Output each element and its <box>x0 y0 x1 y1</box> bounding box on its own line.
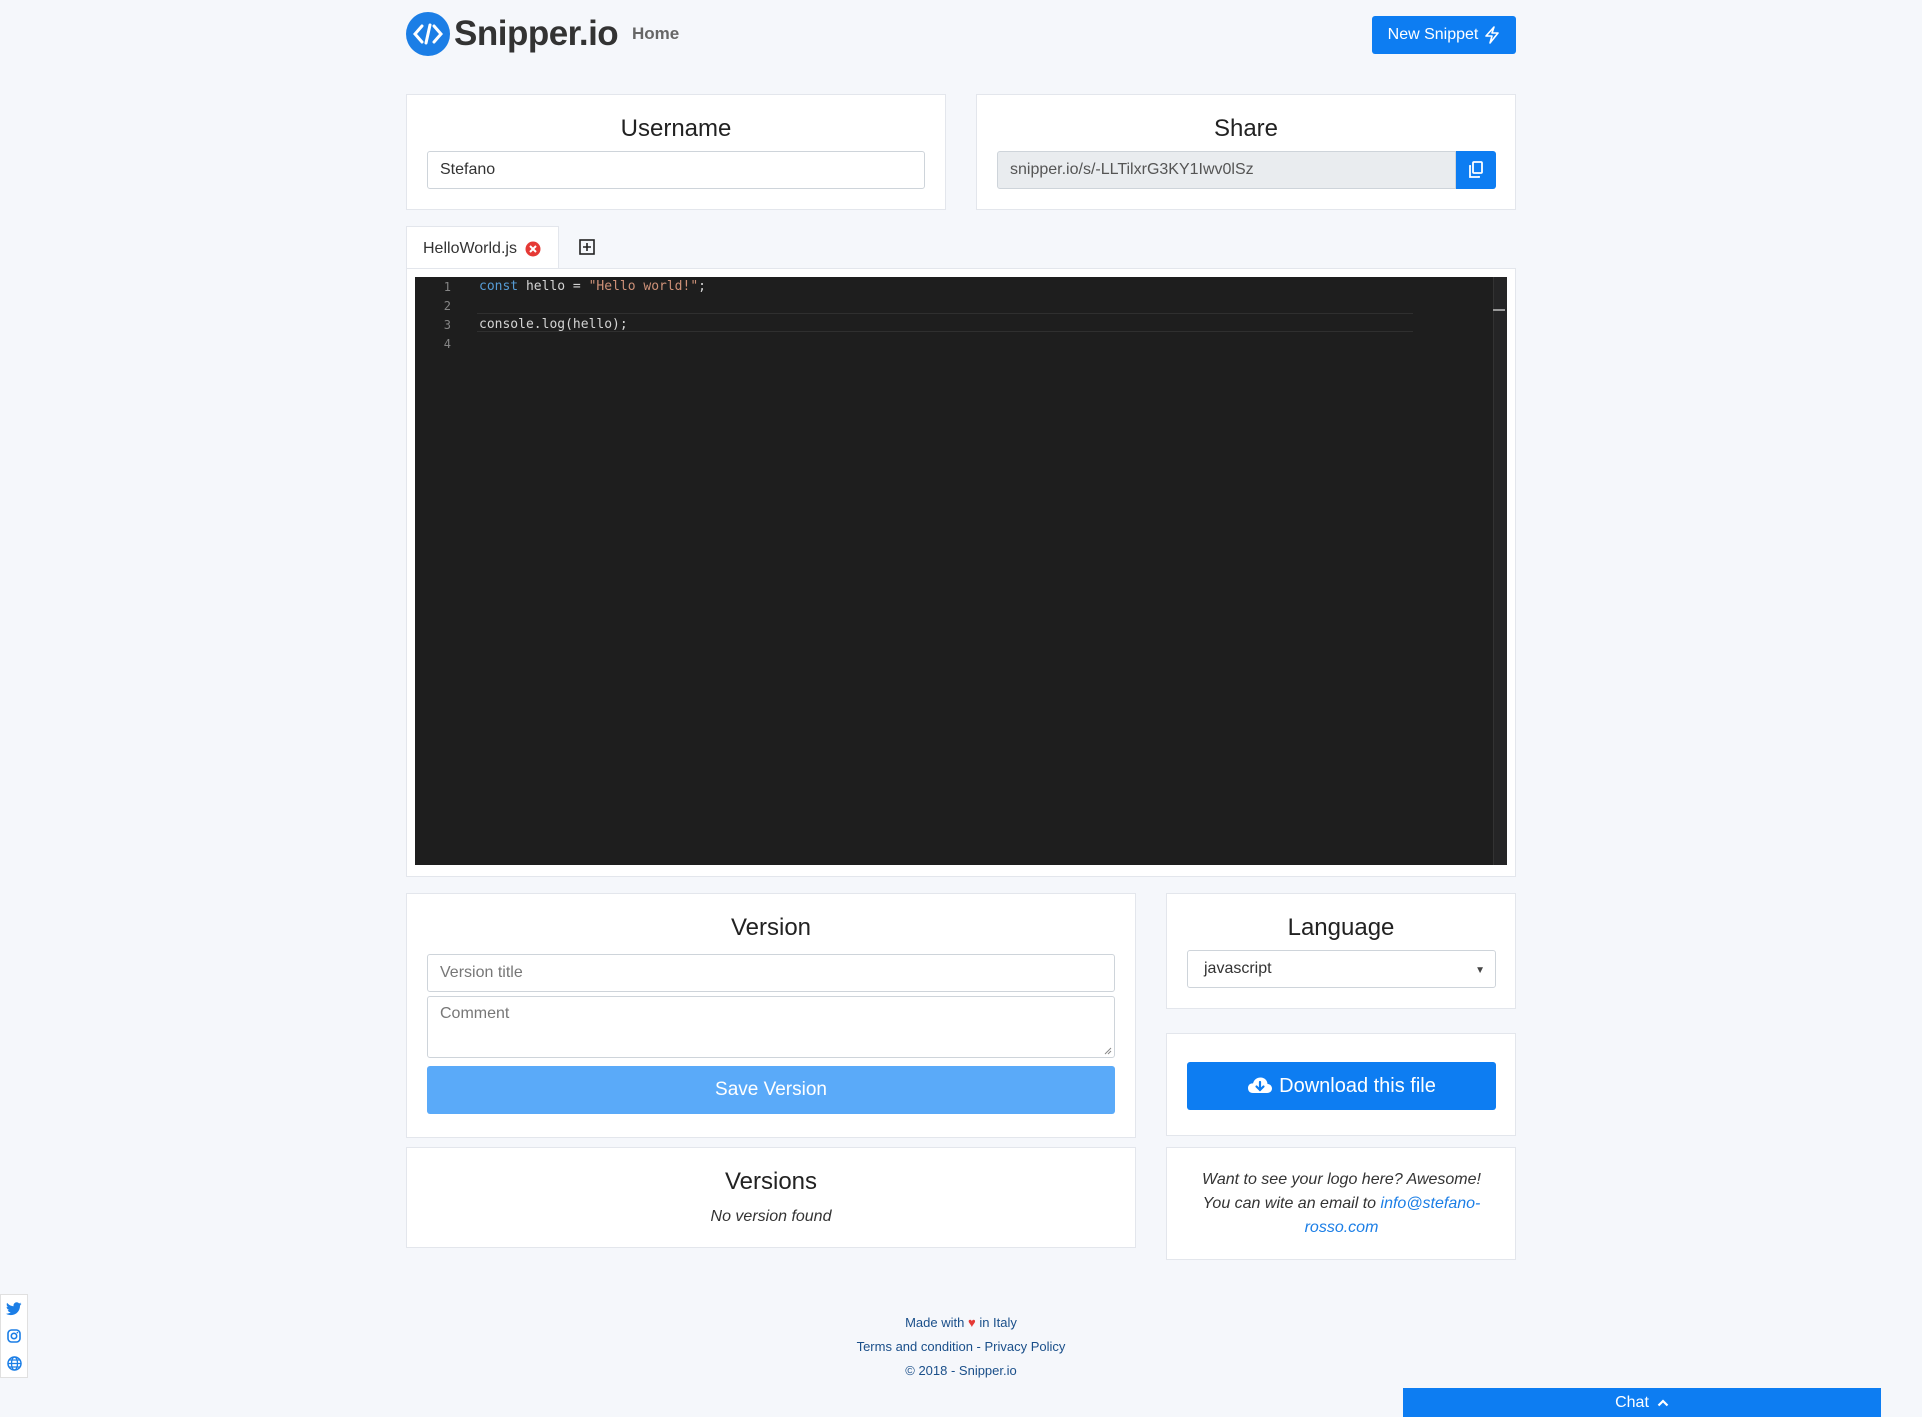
share-url-field[interactable]: snipper.io/s/-LLTilxrG3KY1Iwv0lSz <box>997 151 1456 189</box>
code-text: const hello = "Hello world!"; <box>479 279 706 294</box>
language-title: Language <box>1287 914 1395 941</box>
lightning-icon <box>1485 26 1500 44</box>
language-select[interactable]: javascript ▼ <box>1187 950 1496 988</box>
twitter-icon[interactable] <box>6 1301 22 1316</box>
version-title-placeholder: Version title <box>440 964 523 981</box>
scrollbar-thumb[interactable] <box>1493 309 1505 311</box>
versions-title: Versions <box>724 1168 818 1195</box>
share-card: Share snipper.io/s/-LLTilxrG3KY1Iwv0lSz <box>976 94 1516 210</box>
save-version-button[interactable]: Save Version <box>427 1066 1115 1114</box>
username-title: Username <box>620 115 732 142</box>
ad-card: Want to see your logo here? Awesome! You… <box>1166 1147 1516 1260</box>
comment-textarea[interactable]: Comment <box>427 996 1115 1058</box>
download-button[interactable]: Download this file <box>1187 1062 1496 1110</box>
footer-made-suffix: in Italy <box>979 1315 1017 1330</box>
ad-email-link-part2[interactable]: rosso.com <box>1305 1219 1379 1236</box>
social-sidebar <box>0 1294 28 1378</box>
code-line-3: 3 console.log(hello); <box>415 315 1515 334</box>
new-snippet-label: New Snippet <box>1387 26 1479 43</box>
plus-square-icon <box>579 239 595 255</box>
code-line-1: 1 const hello = "Hello world!"; <box>415 277 1515 296</box>
ad-line-2-prefix: You can wite an email to <box>1202 1195 1381 1212</box>
footer-copyright: © 2018 - Snipper.io <box>905 1363 1017 1378</box>
version-card: Version Version title Comment Save Versi… <box>406 893 1136 1138</box>
code-keyword: const <box>479 279 519 294</box>
code-brackets-icon <box>406 12 450 56</box>
add-tab-button[interactable] <box>576 236 598 258</box>
ad-line-3: rosso.com <box>1187 1216 1496 1240</box>
comment-placeholder: Comment <box>440 1005 510 1022</box>
editor-card: 1 const hello = "Hello world!"; 2 3 cons… <box>406 268 1516 877</box>
globe-icon[interactable] <box>6 1355 22 1371</box>
download-card: Download this file <box>1166 1033 1516 1136</box>
code-punctuation: ; <box>698 279 706 294</box>
language-card: Language javascript ▼ <box>1166 893 1516 1009</box>
ad-email-link-part1[interactable]: info@stefano- <box>1381 1195 1481 1212</box>
version-title-input[interactable]: Version title <box>427 954 1115 992</box>
username-card: Username Stefano <box>406 94 946 210</box>
username-input[interactable]: Stefano <box>427 151 925 189</box>
resize-handle-icon[interactable] <box>1104 1047 1112 1055</box>
select-arrow-icon: ▼ <box>1475 965 1485 976</box>
ad-line-2: You can wite an email to info@stefano- <box>1187 1192 1496 1216</box>
close-circle-icon[interactable] <box>525 241 541 257</box>
new-snippet-button[interactable]: New Snippet <box>1372 16 1516 54</box>
footer-links: Terms and condition - Privacy Policy <box>0 1335 1922 1359</box>
nav-home-link[interactable]: Home <box>632 24 679 44</box>
footer-made-with: Made with ♥ in Italy <box>0 1311 1922 1335</box>
chat-bar[interactable]: Chat <box>1403 1388 1881 1417</box>
navbar: Snipper.io Home New Snippet <box>406 0 1516 70</box>
username-value: Stefano <box>440 161 496 178</box>
chat-label: Chat <box>1615 1393 1649 1411</box>
heart-icon: ♥ <box>967 1315 976 1330</box>
line-number: 4 <box>443 336 451 351</box>
code-line-4: 4 <box>415 334 1515 353</box>
privacy-link[interactable]: Privacy Policy <box>984 1339 1065 1354</box>
share-url: snipper.io/s/-LLTilxrG3KY1Iwv0lSz <box>1010 161 1254 178</box>
brand-logo[interactable]: Snipper.io <box>406 12 619 56</box>
line-number: 3 <box>443 317 451 332</box>
footer: Made with ♥ in Italy Terms and condition… <box>0 1311 1922 1383</box>
ad-line-1: Want to see your logo here? Awesome! <box>1202 1171 1481 1188</box>
tab-helloworld[interactable]: HelloWorld.js <box>406 226 559 270</box>
line-number: 1 <box>443 279 451 294</box>
brand-name: Snipper.io <box>454 14 619 53</box>
language-selected: javascript <box>1204 960 1272 977</box>
version-title: Version <box>730 914 812 941</box>
code-string: "Hello world!" <box>588 279 699 294</box>
chevron-up-icon <box>1657 1398 1669 1406</box>
download-label: Download this file <box>1279 1074 1436 1097</box>
code-line-2: 2 <box>415 296 1515 315</box>
code-editor[interactable]: 1 const hello = "Hello world!"; 2 3 cons… <box>415 277 1507 865</box>
share-title: Share <box>1213 115 1279 142</box>
code-text: console.log(hello); <box>479 317 628 332</box>
editor-scrollbar[interactable] <box>1493 277 1507 865</box>
versions-empty-text: No version found <box>710 1208 832 1225</box>
copy-button[interactable] <box>1456 151 1496 189</box>
copy-icon <box>1469 161 1483 178</box>
instagram-icon[interactable] <box>7 1328 21 1343</box>
cloud-download-icon <box>1248 1077 1273 1093</box>
versions-card: Versions No version found <box>406 1147 1136 1248</box>
tab-label: HelloWorld.js <box>423 239 517 257</box>
terms-link[interactable]: Terms and condition <box>857 1339 973 1354</box>
footer-separator: - <box>972 1339 985 1354</box>
code-identifier: hello = <box>518 279 589 294</box>
footer-made-prefix: Made with <box>905 1315 965 1330</box>
line-number: 2 <box>443 298 451 313</box>
